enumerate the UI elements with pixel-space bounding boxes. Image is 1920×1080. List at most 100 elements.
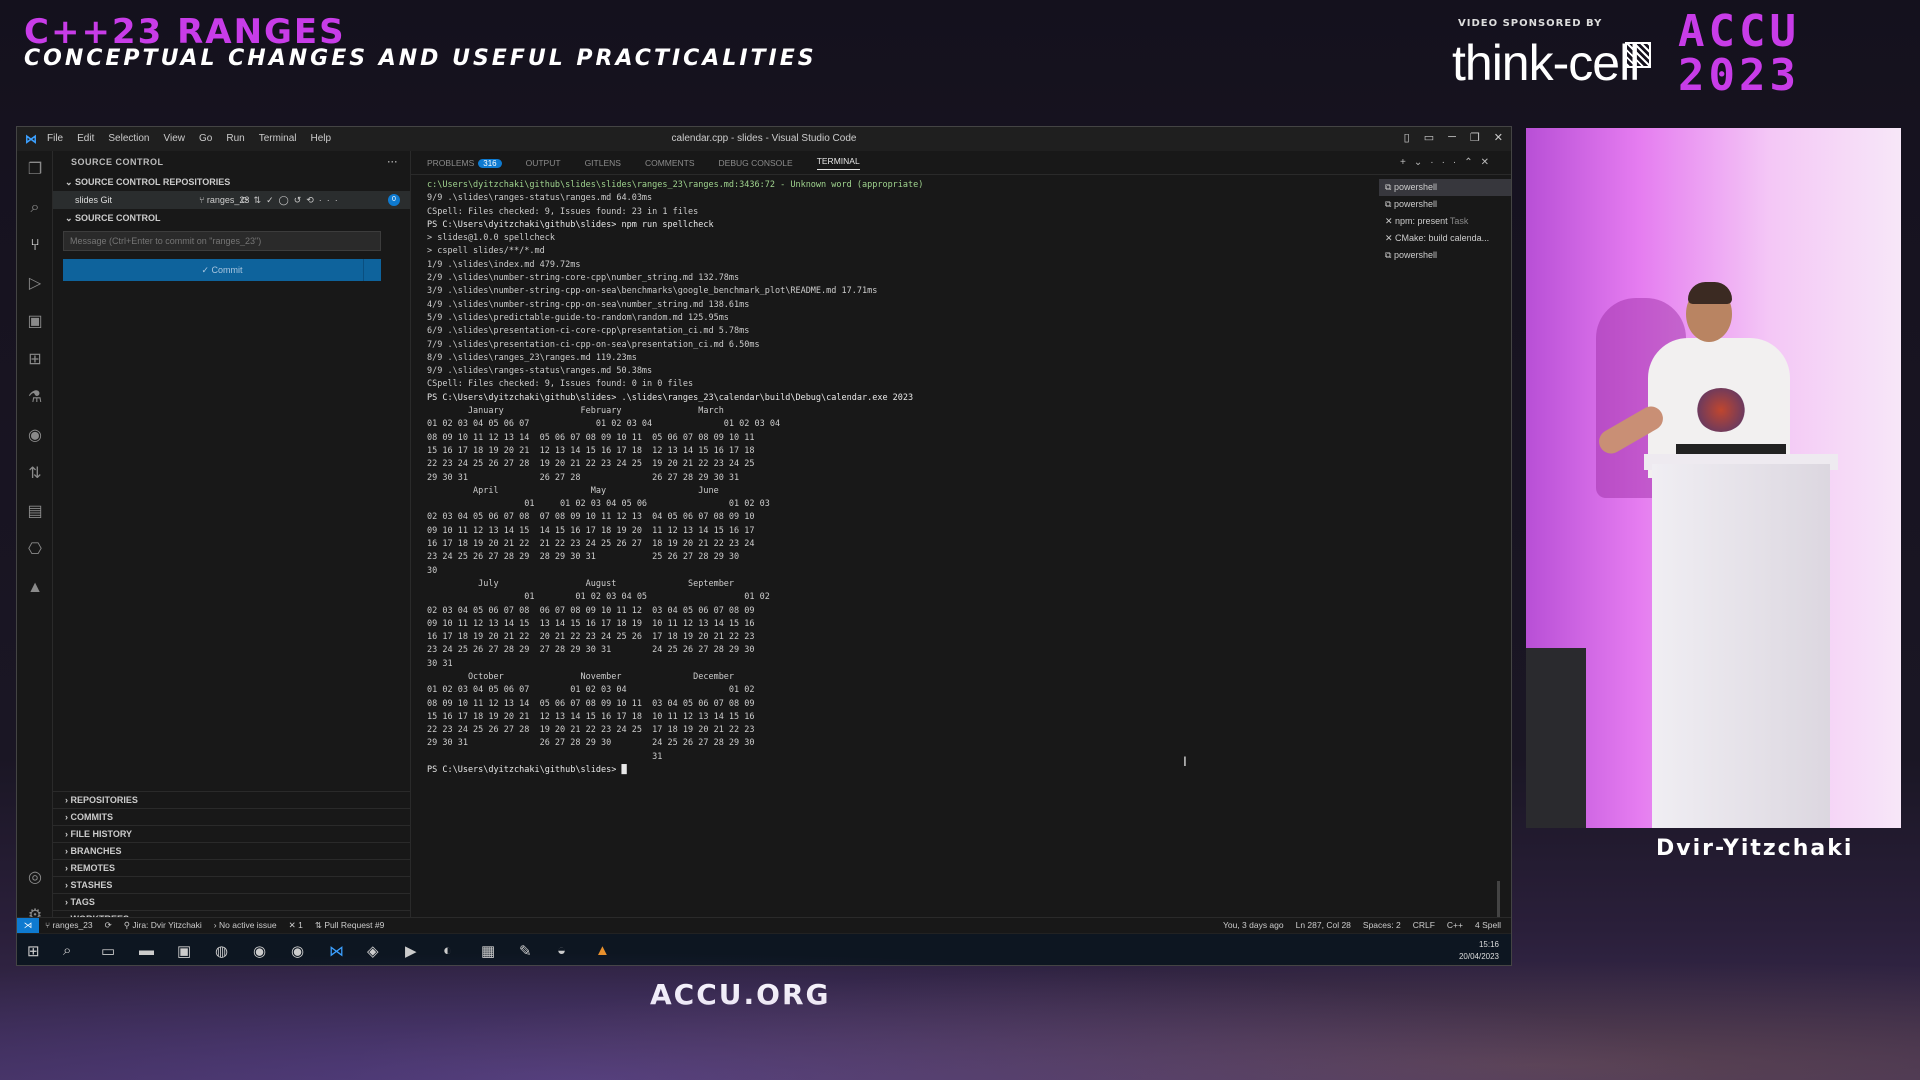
account-icon[interactable]: ◎	[17, 859, 53, 897]
status-position[interactable]: Ln 287, Col 28	[1296, 918, 1351, 933]
section-source-control-header[interactable]: ⌄ SOURCE CONTROL	[53, 209, 410, 227]
status-blame[interactable]: You, 3 days ago	[1223, 918, 1284, 933]
tab-label: TERMINAL	[816, 155, 860, 166]
calendar-app-icon[interactable]: ▦	[481, 942, 495, 960]
terminal-app-icon[interactable]: ▶	[405, 942, 417, 960]
settings-gear-icon[interactable]: ⚙	[17, 897, 53, 935]
globe-app-icon[interactable]: ◐	[443, 942, 452, 959]
terminal-list: ⧉ powershell ⧉ powershell ✕ npm: present T…	[1379, 179, 1511, 264]
panel-controls[interactable]: +⌄···⌃✕	[1400, 157, 1497, 168]
terminal-line: 15 16 17 18 19 20 21 12 13 14 15 16 17 1…	[427, 445, 755, 456]
status-sync-icon[interactable]: ⟳	[105, 918, 112, 933]
section-repositories[interactable]: › REPOSITORIES	[53, 791, 410, 808]
cmake-icon[interactable]: ⎔	[17, 531, 53, 569]
terminal-instance[interactable]: ⧉ powershell	[1379, 196, 1511, 213]
layout-icon[interactable]: ▯	[1404, 131, 1410, 144]
terminal-instance[interactable]: ✕ npm: present Task	[1379, 213, 1511, 230]
status-pr[interactable]: ⇅ Pull Request #9	[315, 918, 385, 933]
terminal-icon[interactable]: ▤	[17, 493, 53, 531]
tab-problems[interactable]: PROBLEMS 316	[427, 158, 502, 168]
sidebar-title: SOURCE CONTROL	[71, 157, 164, 167]
testing-icon[interactable]: ⚗	[17, 379, 53, 417]
start-icon[interactable]: ⊞	[27, 942, 40, 960]
chevron-right-icon: ›	[65, 931, 71, 941]
vscode-window: ⋈ File Edit Selection View Go Run Terminal Help…	[16, 126, 1512, 966]
status-warnings[interactable]: ✕ 1	[289, 918, 303, 933]
taskbar-search-icon[interactable]: ⌕	[63, 942, 71, 959]
chrome-icon[interactable]: ◉	[253, 942, 266, 960]
browser-app-icon[interactable]: ◒	[557, 942, 566, 959]
terminal-instance[interactable]: ⧉ powershell	[1379, 179, 1511, 196]
extensions-icon[interactable]: ⊞	[17, 341, 53, 379]
status-branch[interactable]: ⑂ ranges_23	[45, 918, 93, 933]
status-eol[interactable]: CRLF	[1413, 918, 1435, 933]
commit-dropdown-icon[interactable]	[363, 259, 381, 281]
status-issue-label: No active issue	[219, 920, 277, 930]
chrome-dev-icon[interactable]: ◉	[291, 942, 304, 960]
explorer-icon[interactable]: ❐	[17, 151, 53, 189]
tab-debug-console[interactable]: DEBUG CONSOLE	[719, 158, 793, 168]
section-search-compare[interactable]: › SEARCH & COMPARE	[53, 927, 410, 944]
section-file-history[interactable]: › FILE HISTORY	[53, 825, 410, 842]
pull-requests-icon[interactable]: ⇅	[17, 455, 53, 493]
terminal-line: PS C:\Users\dyitzchaki\github\slides> █	[427, 765, 627, 776]
repo-actions[interactable]: ⟳⇅✓◯↺⟲···	[241, 191, 343, 209]
section-branches[interactable]: › BRANCHES	[53, 842, 410, 859]
status-spaces[interactable]: Spaces: 2	[1363, 918, 1401, 933]
network-app-icon[interactable]: ◈	[367, 942, 379, 960]
run-debug-icon[interactable]: ▷	[17, 265, 53, 303]
search-icon[interactable]: ⌕	[17, 189, 53, 227]
terminal-output[interactable]: c:\Users\dyitzchaki\github\slides\slides…	[427, 179, 1191, 919]
save-disk-icon[interactable]: ▣	[177, 942, 191, 960]
tab-label: OUTPUT	[525, 157, 561, 168]
task-view-icon[interactable]: ▭	[101, 942, 115, 960]
section-tags[interactable]: › TAGS	[53, 893, 410, 910]
terminal-line: 02 03 04 05 06 07 08 06 07 08 09 10 11 1…	[427, 605, 755, 616]
speaker-hair	[1688, 282, 1732, 304]
tab-output[interactable]: OUTPUT	[526, 158, 561, 168]
section-remotes[interactable]: › REMOTES	[53, 859, 410, 876]
tab-label: GITLENS	[584, 157, 621, 168]
terminal-scrollbar[interactable]	[1497, 881, 1500, 921]
close-icon[interactable]: ✕	[1494, 131, 1503, 144]
vscode-taskbar-icon[interactable]: ⋈	[329, 942, 344, 960]
terminal-line: July August September	[427, 578, 735, 589]
section-repositories-header[interactable]: ⌄ SOURCE CONTROL REPOSITORIES	[53, 173, 410, 191]
tab-comments[interactable]: COMMENTS	[645, 158, 695, 168]
terminal-instance[interactable]: ⧉ powershell	[1379, 247, 1511, 264]
section-label: TAGS	[70, 897, 95, 907]
section-commits[interactable]: › COMMITS	[53, 808, 410, 825]
status-spell[interactable]: 4 Spell	[1475, 918, 1501, 933]
remote-explorer-icon[interactable]: ▣	[17, 303, 53, 341]
commit-message-input[interactable]	[63, 231, 381, 251]
source-control-icon[interactable]: ⑂	[17, 227, 53, 265]
terminal-instance[interactable]: ✕ CMake: build calenda...	[1379, 230, 1511, 247]
vlc-icon[interactable]: ▲	[595, 942, 610, 959]
status-language[interactable]: C++	[1447, 918, 1463, 933]
commit-button[interactable]: ✓ Commit	[63, 259, 381, 281]
status-warnings-count: 1	[298, 920, 303, 930]
site-url: ACCU.ORG	[650, 978, 831, 1011]
repo-row[interactable]: slides Git ⑂ ranges_23 ⟳⇅✓◯↺⟲··· 0	[53, 191, 410, 209]
section-stashes[interactable]: › STASHES	[53, 876, 410, 893]
more-actions-icon[interactable]: ···	[388, 151, 399, 173]
browser-edge-icon[interactable]: ◍	[215, 942, 228, 960]
minimize-icon[interactable]: ─	[1448, 131, 1456, 144]
file-explorer-icon[interactable]: ▬	[139, 942, 154, 959]
terminal-line: 01 01 02 03 04 05 01 02	[427, 592, 770, 603]
tab-gitlens[interactable]: GITLENS	[585, 158, 621, 168]
status-issue[interactable]: › No active issue	[214, 918, 277, 933]
restore-icon[interactable]: ❐	[1470, 131, 1480, 144]
gitlens-icon[interactable]: ◉	[17, 417, 53, 455]
panel-toggle-icon[interactable]: ▭	[1424, 131, 1434, 144]
terminal-shell-icon: ⧉	[1385, 250, 1394, 260]
status-jira[interactable]: ⚲ Jira: Dvir Yitzchaki	[124, 918, 202, 933]
pen-app-icon[interactable]: ✎	[519, 942, 532, 960]
remote-icon[interactable]: ⋊	[17, 918, 39, 933]
deploy-icon[interactable]: ▲	[17, 569, 53, 607]
terminal-line: 30	[427, 565, 438, 576]
terminal-line: PS C:\Users\dyitzchaki\github\slides> .\…	[427, 392, 914, 403]
tab-terminal[interactable]: TERMINAL	[816, 155, 860, 170]
taskbar-clock[interactable]: 15:16 20/04/2023	[1459, 939, 1499, 963]
panel-tabs: PROBLEMS 316 OUTPUT GITLENS COMMENTS DEBUG CO…	[411, 151, 1511, 175]
